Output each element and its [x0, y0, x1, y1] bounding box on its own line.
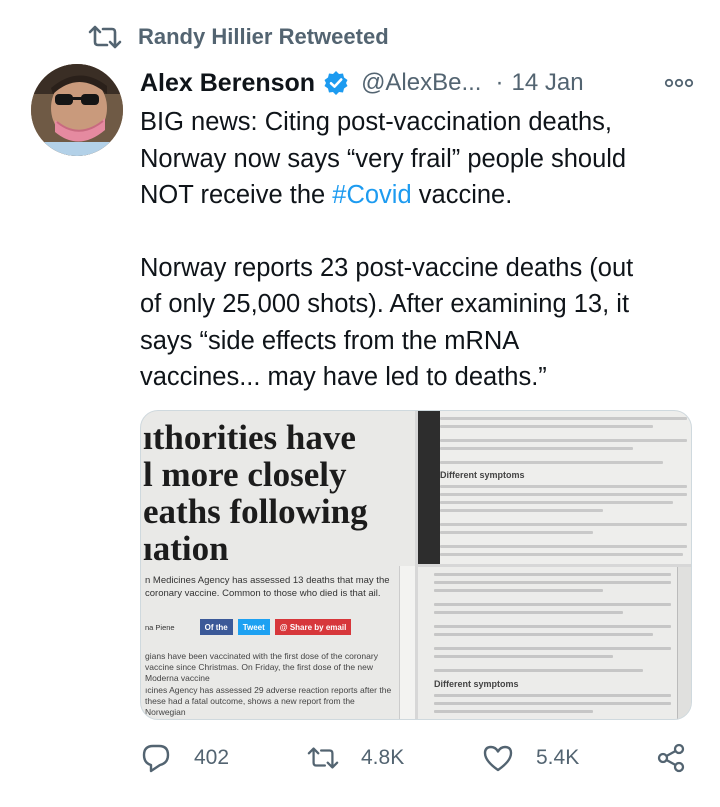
share-icon [657, 743, 685, 773]
adjacent-page-strip [399, 566, 415, 719]
tweet-text-segment: NOT receive the [140, 181, 333, 209]
text-line [440, 485, 687, 488]
retweet-icon [307, 747, 339, 769]
author-name[interactable]: Alex Berenson [140, 69, 315, 98]
text-line [440, 531, 593, 534]
text-line [434, 694, 671, 697]
text-line [434, 589, 603, 592]
heart-icon [483, 745, 513, 772]
tweet-text-line: says “side effects from the mRNA [140, 326, 520, 355]
reply-icon [142, 744, 170, 773]
separator-dot: · [495, 69, 504, 96]
text-line [434, 633, 653, 636]
article-body-paragraph: ıcines Agency has assessed 29 adverse re… [145, 685, 392, 717]
text-line [434, 581, 671, 584]
text-line [434, 647, 671, 650]
article-body-paragraph: gians have been vaccinated with the firs… [145, 651, 378, 683]
article-lede: n Medicines Agency has assessed 13 death… [145, 575, 390, 599]
article-headline-line: ıthorities have [143, 418, 356, 457]
tweet-header: Alex Berenson @AlexBe... · 14 Jan [140, 64, 696, 102]
text-line [434, 655, 613, 658]
text-line [434, 573, 671, 576]
verified-badge-icon [324, 71, 348, 95]
article-byline: na Piene [145, 622, 175, 632]
adjacent-page-strip [677, 567, 691, 719]
tweet-text-line: Norway now says “very frail” people shou… [140, 144, 627, 173]
reply-count: 402 [194, 746, 230, 769]
media-photo-article[interactable]: ıthorities have l more closely eaths fol… [141, 411, 415, 719]
like-button[interactable]: 5.4K [482, 740, 579, 776]
retweet-icon [88, 25, 122, 49]
article-share-bar: na Piene Of the Tweet @ Share by email [145, 617, 399, 637]
text-line [440, 509, 603, 512]
tweet-timestamp[interactable]: 14 Jan [511, 69, 583, 97]
text-line [434, 611, 623, 614]
article-headline: ıthorities have l more closely eaths fol… [143, 419, 368, 567]
text-line [440, 447, 633, 450]
article-headline-line: eaths following [143, 492, 368, 531]
text-line [440, 545, 687, 548]
text-line [440, 461, 663, 464]
retweet-button[interactable]: 4.8K [307, 740, 404, 776]
media-photo-document[interactable]: Different symptoms [418, 411, 691, 564]
text-line [434, 603, 671, 606]
text-line [440, 425, 653, 428]
share-button[interactable] [655, 740, 687, 776]
more-options-button[interactable] [662, 68, 696, 98]
reply-button[interactable]: 402 [140, 740, 229, 776]
text-line [440, 417, 687, 420]
tweet-text-segment: vaccine. [411, 181, 513, 209]
retweet-context-label: Randy Hillier Retweeted [138, 24, 389, 49]
text-line [434, 669, 643, 672]
avatar-photo [31, 64, 123, 156]
article-headline-line: ıation [143, 529, 229, 568]
text-line [440, 553, 683, 556]
email-share-button: @ Share by email [274, 619, 352, 635]
tweet-text: BIG news: Citing post-vaccination deaths… [140, 104, 700, 396]
facebook-share-button: Of the [199, 619, 233, 635]
twitter-share-button: Tweet [237, 619, 270, 635]
tweet-text-line: Norway reports 23 post-vaccine deaths (o… [140, 253, 634, 282]
tweet-text-line: vaccines... may have led to deaths.” [140, 363, 547, 391]
text-line [440, 439, 687, 442]
hashtag-link[interactable]: #Covid [332, 181, 411, 209]
text-line [440, 493, 687, 496]
more-options-icon [664, 78, 694, 88]
avatar[interactable] [31, 64, 123, 156]
like-count: 5.4K [536, 746, 580, 769]
document-subheading: Different symptoms [434, 679, 519, 689]
text-line [440, 523, 687, 526]
photo-dark-edge [418, 411, 440, 564]
retweet-context[interactable]: Randy Hillier Retweeted [88, 22, 389, 52]
document-subheading: Different symptoms [440, 470, 525, 480]
text-line [434, 702, 671, 705]
media-grid: ıthorities have l more closely eaths fol… [140, 410, 692, 720]
article-headline-line: l more closely [143, 455, 347, 494]
retweet-count: 4.8K [361, 746, 405, 769]
tweet-text-line: BIG news: Citing post-vaccination deaths… [140, 108, 612, 136]
author-handle[interactable]: @AlexBe... [361, 69, 481, 97]
tweet-actions: 402 4.8K 5.4K [140, 740, 700, 776]
media-photo-document[interactable]: Different symptoms [418, 567, 691, 719]
text-line [440, 501, 673, 504]
text-line [434, 625, 671, 628]
text-line [434, 710, 593, 713]
tweet-text-line: of only 25,000 shots). After examining 1… [140, 290, 630, 318]
tweet-text-line: NOT receive the #Covid vaccine. [140, 177, 700, 214]
